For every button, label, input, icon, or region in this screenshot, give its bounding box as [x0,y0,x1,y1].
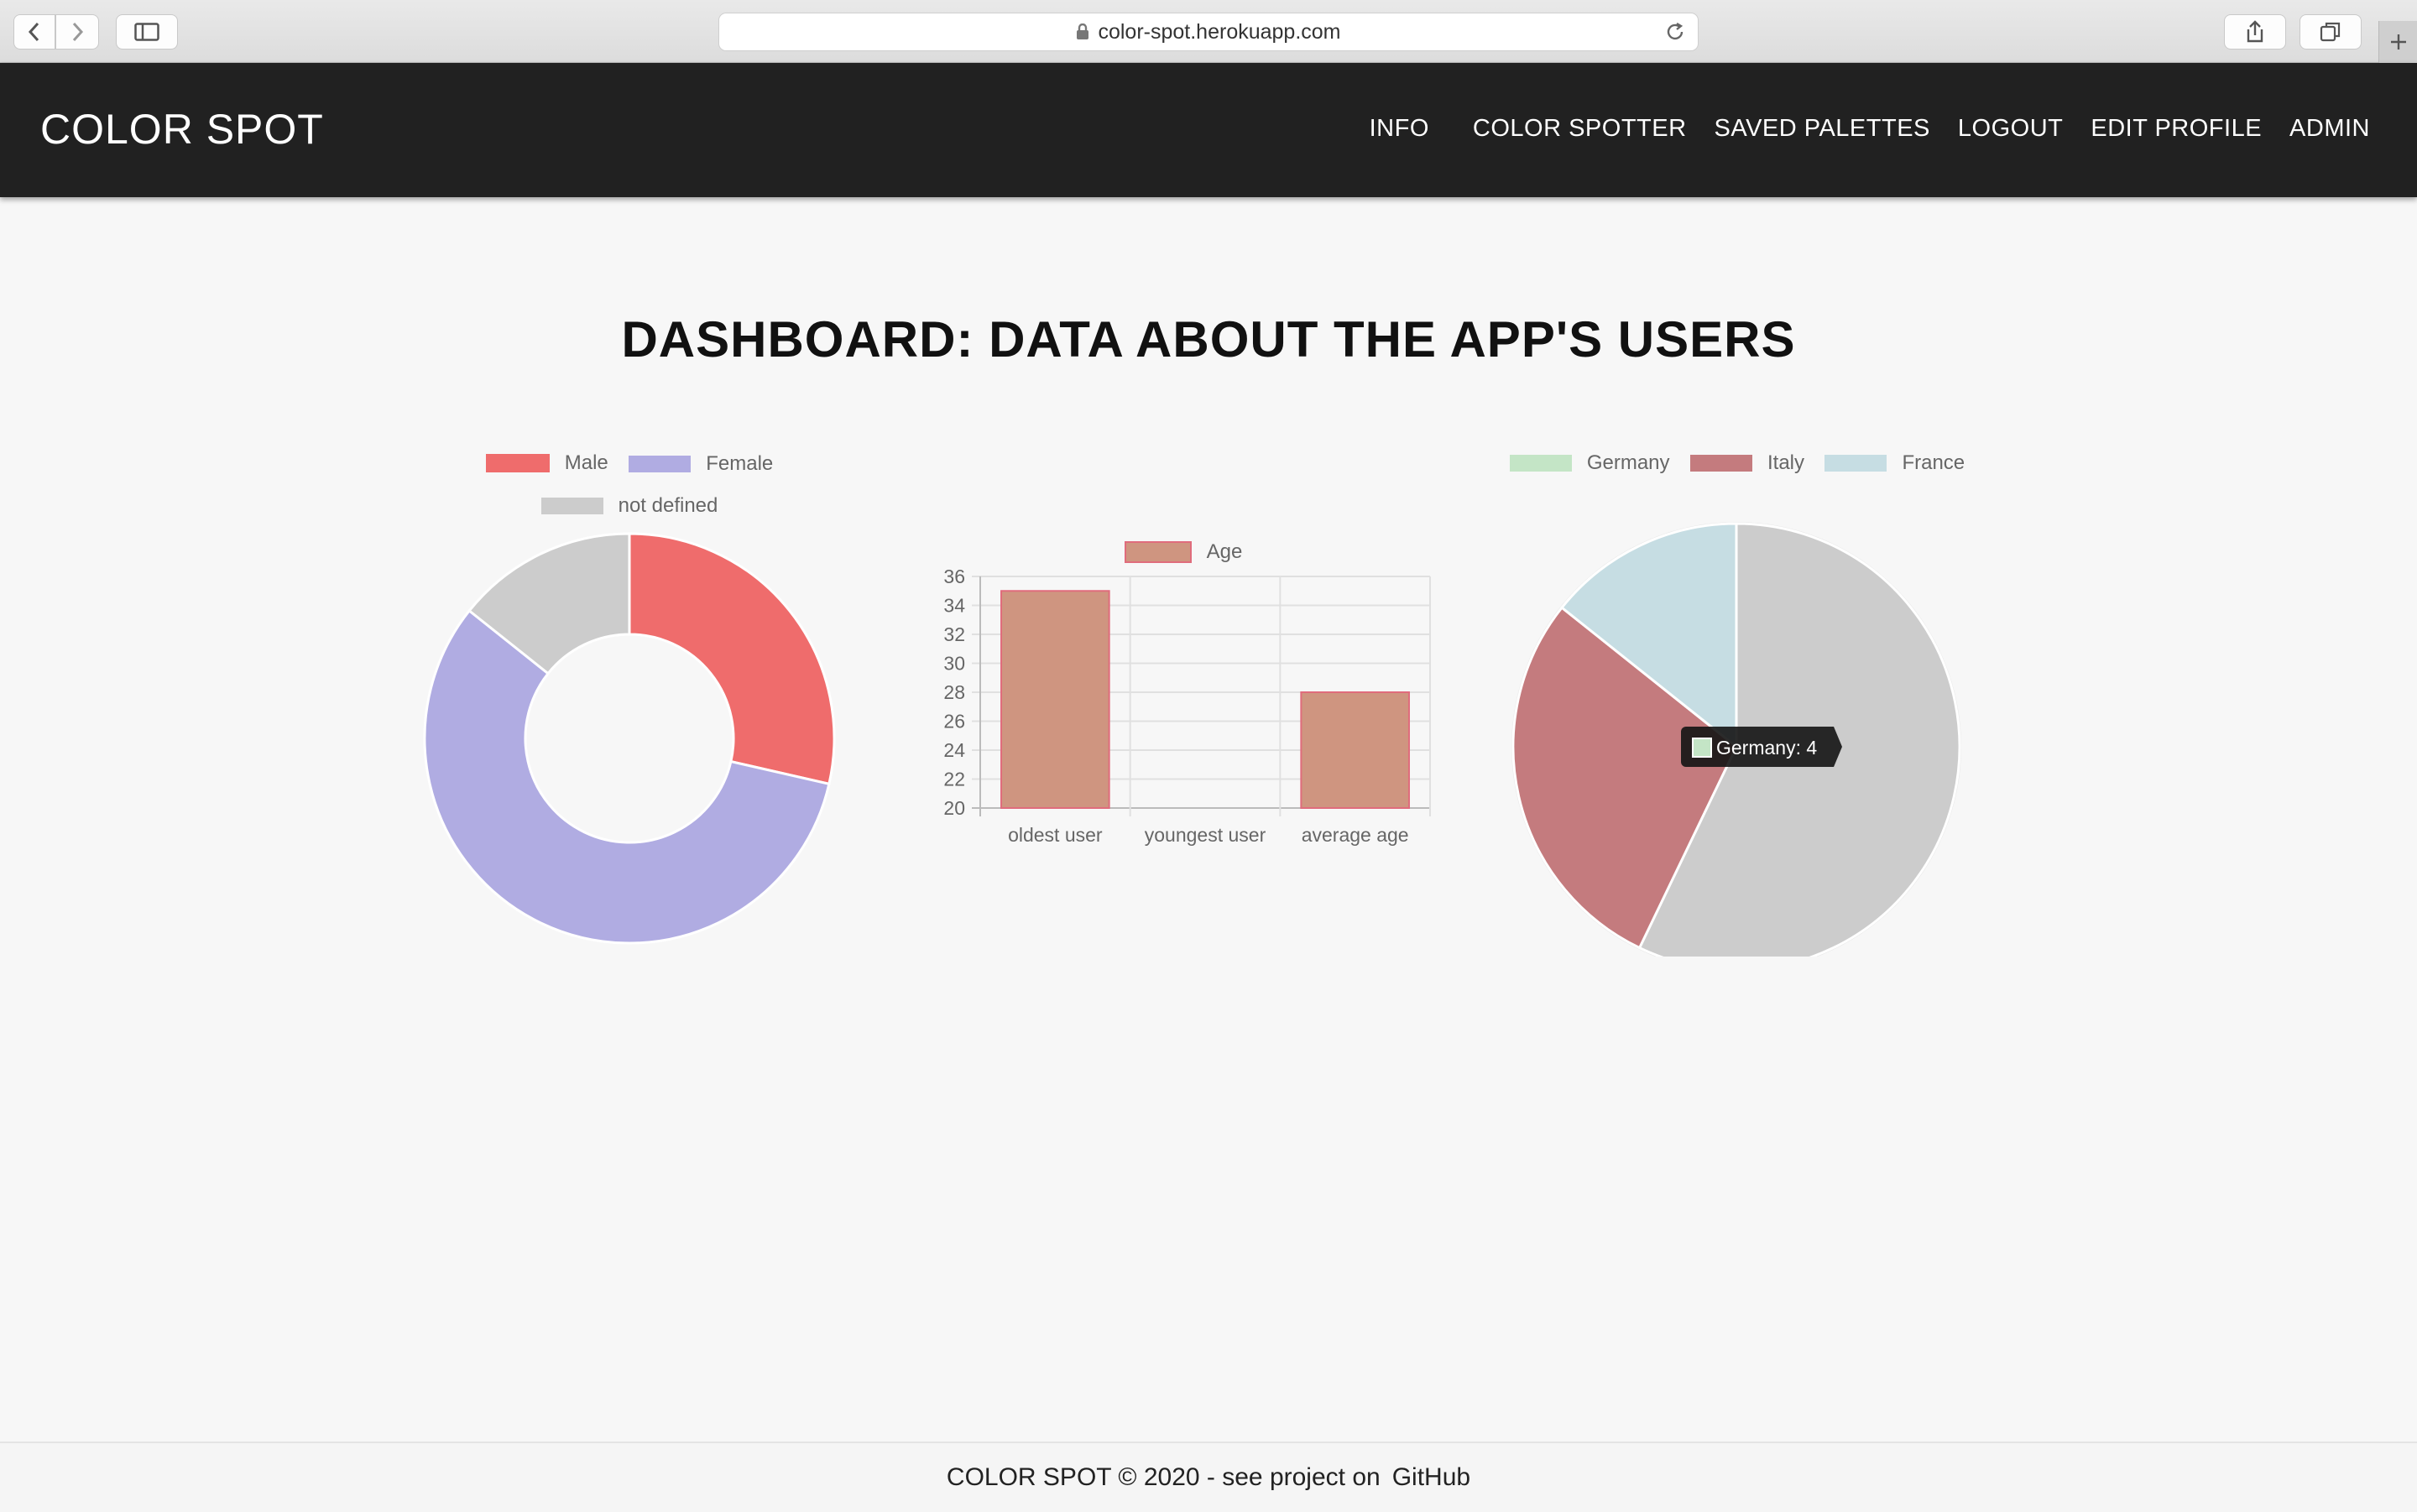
y-tick-label: 36 [943,566,965,587]
brand-logo[interactable]: COLOR SPOT [40,105,324,154]
site-footer: COLOR SPOT © 2020 - see project on GitHu… [0,1442,2417,1512]
sidebar-button[interactable] [116,14,178,50]
page-title: DASHBOARD: DATA ABOUT THE APP'S USERS [621,311,1796,368]
legend-label: France [1902,451,1965,474]
legend-item-not-defined[interactable]: not defined [540,487,718,524]
y-tick-label: 20 [943,797,965,819]
site-navbar: COLOR SPOT INFO COLOR SPOTTER SAVED PALE… [0,63,2417,197]
x-tick-label: youngest user [1145,824,1266,846]
legend-swatch [629,456,692,472]
url-text: color-spot.herokuapp.com [1098,19,1341,44]
y-tick-label: 26 [943,711,965,733]
legend-item-germany[interactable]: Germany [1509,445,1670,482]
nav-link-saved-palettes[interactable]: SAVED PALETTES [1715,115,1930,143]
browser-toolbar: color-spot.herokuapp.com [0,0,2417,63]
chart-tooltip: Germany: 4 [1681,727,1842,767]
share-button[interactable] [2224,14,2286,50]
legend-label: Germany [1586,451,1670,474]
nav-link-logout[interactable]: LOGOUT [1958,115,2063,143]
y-tick-label: 30 [943,653,965,675]
tooltip-text: Germany: 4 [1716,737,1817,759]
country-chart: Germany Italy France Germany: 4 [1477,445,1997,957]
legend-label: not defined [618,494,718,517]
legend-label: Italy [1767,451,1804,474]
chevron-left-icon [28,22,39,42]
gender-chart: Male Female not defined [369,445,890,948]
nav-link-color-spotter[interactable]: COLOR SPOTTER [1473,115,1687,143]
legend-swatch [1124,541,1192,563]
gender-legend: Male Female not defined [369,445,890,529]
footer-text: COLOR SPOT © 2020 - see project on [946,1463,1381,1491]
age-chart: Age 20 22 24 26 28 30 32 34 36 oldest user younges… [923,533,1443,868]
legend-item-italy[interactable]: Italy [1689,445,1804,482]
y-tick-label: 24 [943,739,965,761]
y-tick-label: 28 [943,681,965,703]
legend-swatch [1824,455,1887,472]
forward-button[interactable] [55,14,99,50]
lock-icon [1076,23,1089,40]
legend-swatch [540,498,603,514]
legend-label: Male [564,451,608,474]
legend-swatch [1509,455,1572,472]
y-tick-label: 34 [943,595,965,617]
reload-icon[interactable] [1664,21,1686,49]
country-legend: Germany Italy France [1477,445,1997,487]
legend-item-female[interactable]: Female [629,446,773,482]
y-tick-label: 22 [943,769,965,790]
legend-swatch [1689,455,1752,472]
bar-oldest-user[interactable] [1000,590,1110,809]
back-button[interactable] [13,14,55,50]
new-tab-button[interactable] [2378,21,2417,63]
nav-link-info[interactable]: INFO [1370,115,1429,143]
sidebar-icon [134,23,159,41]
tabs-icon [2320,22,2341,42]
gender-doughnut-svg[interactable] [369,529,890,948]
nav-link-admin[interactable]: ADMIN [2289,115,2370,143]
nav-link-edit-profile[interactable]: EDIT PROFILE [2091,115,2262,143]
chevron-right-icon [72,22,84,42]
x-tick-label: oldest user [1008,824,1103,846]
y-tick-label: 32 [943,623,965,645]
age-bar-svg[interactable]: 20 22 24 26 28 30 32 34 36 oldest user youngest us… [923,566,1443,868]
legend-item-male[interactable]: Male [485,445,608,482]
bar-average-age[interactable] [1300,691,1410,809]
github-link[interactable]: GitHub [1392,1463,1470,1492]
country-pie-svg[interactable]: Germany: 4 [1477,487,1997,957]
legend-swatch [485,454,550,472]
share-icon [2247,20,2263,43]
legend-item-france[interactable]: France [1824,445,1965,482]
nav-links: INFO COLOR SPOTTER SAVED PALETTES LOGOUT… [1342,115,2370,143]
plus-icon [2391,34,2406,50]
address-bar[interactable]: color-spot.herokuapp.com [718,13,1699,51]
pie-slice-male[interactable] [628,532,836,786]
tabs-overview-button[interactable] [2300,14,2362,50]
tooltip-swatch [1692,738,1712,758]
legend-label: Female [706,452,774,475]
x-tick-label: average age [1302,824,1409,846]
